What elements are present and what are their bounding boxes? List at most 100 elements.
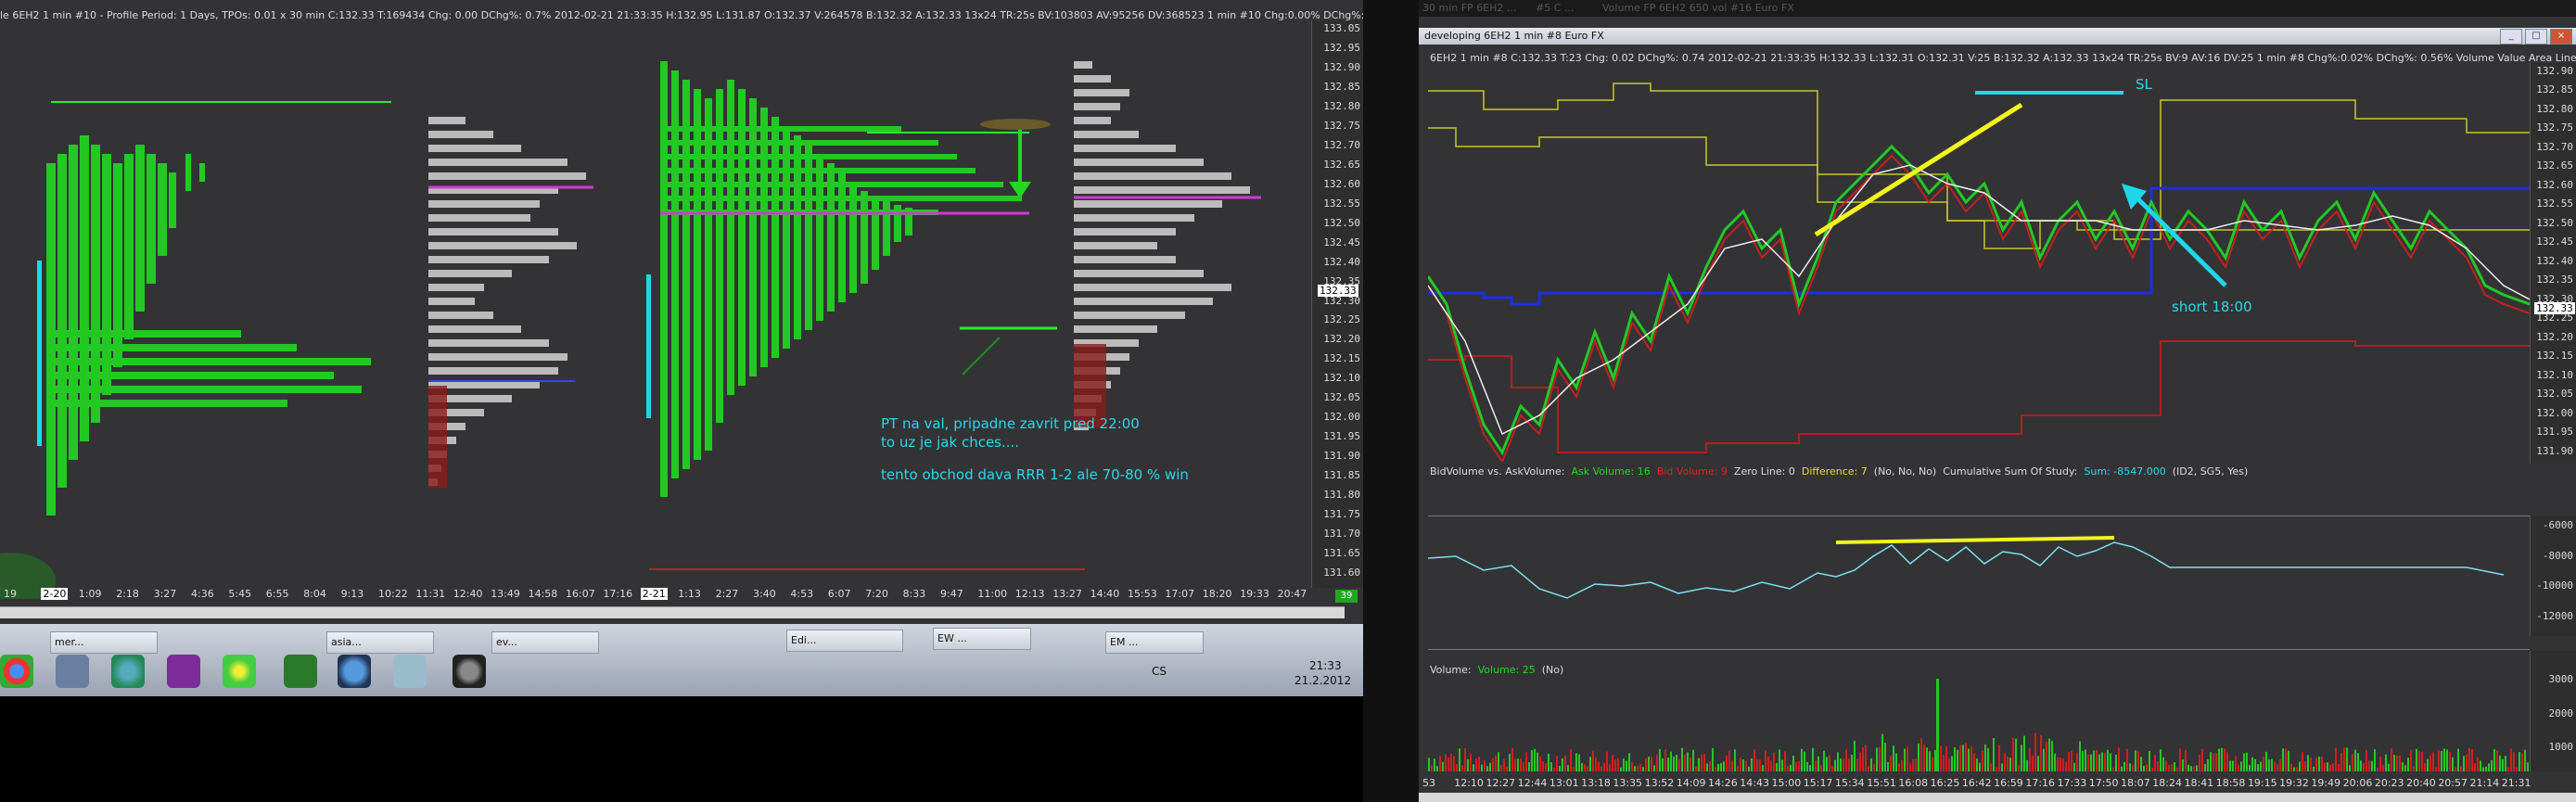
left-price-tick: 131.75 — [1323, 508, 1360, 521]
left-time-tick: 3:27 — [153, 588, 177, 600]
volume-bar — [1517, 758, 1519, 771]
volume-bar — [2524, 749, 2526, 771]
right-time-axis[interactable]: 53 12:10 12:27 12:44 13:01 13:18 13:35 13:52 14:… — [1419, 777, 2531, 792]
language-indicator[interactable]: CS — [1152, 665, 1167, 678]
volume-bar — [1592, 750, 1594, 771]
yellow-trendline — [1814, 102, 2023, 237]
taskbar-button-2[interactable]: asia... — [326, 631, 434, 654]
volume-bar — [2073, 762, 2075, 771]
ninja-icon[interactable] — [453, 655, 486, 688]
close-button[interactable]: × — [2550, 29, 2572, 45]
volume-bar — [1614, 759, 1616, 771]
panel-separator-2[interactable] — [1428, 649, 2530, 650]
volume-bar — [1506, 766, 1508, 771]
volume-bar — [1575, 753, 1577, 771]
left-time-tick: 5:45 — [228, 588, 252, 600]
poc-blue-line — [1428, 186, 2530, 306]
onenote-icon[interactable] — [167, 655, 200, 688]
left-price-tick: 132.80 — [1323, 99, 1360, 112]
right-price-tick: 132.90 — [2536, 65, 2573, 77]
app-icon[interactable] — [393, 655, 427, 688]
target-ellipse — [980, 119, 1051, 130]
cyan-range-bar-left — [37, 261, 42, 446]
right-price-tick: 132.50 — [2536, 216, 2573, 229]
volume-bar — [1923, 745, 1925, 771]
right-time-tick: 15:51 — [1867, 777, 1896, 789]
volume-bar — [2452, 757, 2454, 771]
ghost-window-title-1[interactable]: 30 min FP 6EH2 ... — [1419, 0, 1534, 17]
chrome-icon[interactable] — [0, 655, 33, 688]
volume-bar — [1706, 763, 1708, 771]
left-price-axis[interactable]: 133.05 132.95 132.90 132.85 132.80 132.75 132.… — [1311, 20, 1363, 588]
left-horizontal-scrollbar[interactable] — [0, 606, 1345, 618]
taskbar-button-5[interactable]: EW ... — [933, 628, 1031, 650]
right-price-plot[interactable] — [1428, 63, 2530, 462]
right-time-tick: 20:57 — [2438, 777, 2468, 789]
right-price-axis[interactable]: 132.90 132.85 132.80 132.75 132.70 132.65 132.… — [2530, 63, 2576, 464]
volume-bar — [1968, 748, 1970, 771]
left-chart-plot[interactable] — [0, 24, 1311, 599]
volume-bar — [2416, 748, 2417, 771]
volume-bar — [1932, 757, 1933, 771]
right-price-tick: 132.55 — [2536, 197, 2573, 210]
program-icon-1[interactable] — [56, 655, 89, 688]
volume-bar — [2004, 753, 2006, 771]
left-time-tick: 8:33 — [902, 588, 926, 600]
left-chart-window[interactable]: le 6EH2 1 min #10 - Profile Period: 1 Da… — [0, 0, 1363, 624]
icq-flower-icon[interactable] — [223, 655, 256, 688]
volume-bar — [1829, 755, 1830, 771]
minimize-button[interactable]: _ — [2500, 29, 2522, 45]
volume-bar — [1542, 760, 1544, 771]
right-time-tick: 21:14 — [2469, 777, 2500, 789]
ghost-window-title-3[interactable]: Volume FP 6EH2 650 vol #16 Euro FX — [1599, 0, 2576, 17]
left-price-tick: 132.05 — [1323, 391, 1360, 404]
study-axis[interactable]: -6000 -8000 -10000 -12000 — [2530, 516, 2576, 636]
right-time-tick: 12:10 — [1454, 777, 1484, 789]
volume-bar — [2421, 751, 2423, 771]
volume-bar — [2304, 761, 2306, 771]
left-time-axis[interactable]: 19 2-20 1:09 2:18 3:27 4:36 5:45 6:55 8:04 9:13 10… — [0, 588, 1311, 603]
volume-bar — [1595, 757, 1597, 771]
volume-bar — [2477, 757, 2479, 771]
volume-bar — [2176, 767, 2178, 771]
volume-bar — [2065, 761, 2067, 771]
right-price-tick: 132.00 — [2536, 406, 2573, 419]
volume-bar — [1612, 755, 1613, 771]
volume-bar — [1639, 763, 1641, 771]
volume-bar — [1709, 761, 1711, 771]
clock-date[interactable]: 21.2.2012 — [1294, 674, 1351, 687]
taskbar-button-3[interactable]: ev... — [491, 631, 599, 654]
volume-bar — [2135, 750, 2136, 771]
maximize-button[interactable]: □ — [2525, 29, 2547, 45]
excel-icon[interactable] — [284, 655, 317, 688]
globe-icon[interactable] — [111, 655, 145, 688]
volume-bar — [1690, 757, 1691, 771]
right-horizontal-scrollbar[interactable] — [1419, 793, 2576, 802]
taskbar-button-1[interactable]: mer... — [50, 631, 158, 654]
right-window-titlebar[interactable]: developing 6EH2 1 min #8 Euro FX _ □ × — [1419, 28, 2576, 45]
volume-bar — [1890, 756, 1892, 771]
volume-bar — [1742, 759, 1744, 771]
right-price-tick: 132.45 — [2536, 236, 2573, 248]
volume-bars-plot[interactable] — [1428, 660, 2530, 771]
cumulative-delta-plot[interactable] — [1428, 519, 2530, 640]
volume-bar — [1895, 753, 1897, 771]
taskbar-button-4[interactable]: Edi... — [786, 630, 903, 652]
volume-bar — [2340, 753, 2342, 771]
left-time-tick: 6:07 — [827, 588, 851, 600]
volume-bar — [2265, 751, 2267, 771]
clock-time[interactable]: 21:33 — [1309, 659, 1342, 672]
volume-bar — [2449, 752, 2451, 771]
volume-bar — [2060, 757, 2061, 771]
volume-bar — [1787, 766, 1789, 771]
volume-bar — [2513, 752, 2515, 771]
taskbar-button-6[interactable]: EM ... — [1105, 631, 1204, 654]
volume-bar — [2015, 738, 2017, 771]
volume-bar — [1868, 765, 1869, 771]
right-chart-window[interactable]: 30 min FP 6EH2 ... #5 C ... Volume FP 6E… — [1419, 0, 2576, 802]
earth-icon[interactable] — [338, 655, 371, 688]
volume-axis[interactable]: 3000 2000 1000 — [2530, 651, 2576, 771]
ghost-window-title-2[interactable]: #5 C ... — [1532, 0, 1600, 17]
volume-bar — [1698, 757, 1700, 771]
volume-bar — [2443, 748, 2445, 771]
